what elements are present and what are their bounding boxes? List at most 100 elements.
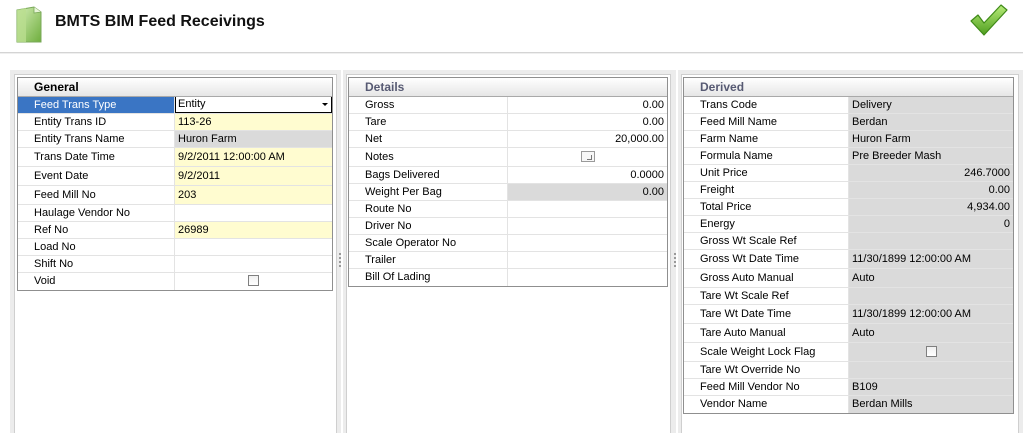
load-no-field[interactable] xyxy=(175,239,332,255)
grid-row-tare-wt-scale-ref[interactable]: Tare Wt Scale Ref xyxy=(684,288,1013,305)
haulage-vendor-no-field[interactable] xyxy=(175,205,332,221)
scale-operator-no-field[interactable] xyxy=(508,235,667,251)
grid-row-tare-auto-manual[interactable]: Tare Auto Manual Auto xyxy=(684,324,1013,343)
unit-price-field: 246.7000 xyxy=(849,165,1013,181)
feed-trans-type-select[interactable]: Entity xyxy=(175,97,332,113)
scale-weight-lock-flag-checkbox[interactable] xyxy=(925,346,937,358)
tare-field[interactable]: 0.00 xyxy=(508,114,667,130)
gross-auto-manual-field: Auto xyxy=(849,269,1013,287)
grid-value xyxy=(849,343,1013,361)
net-field[interactable]: 20,000.00 xyxy=(508,131,667,147)
grid-label: Farm Name xyxy=(684,131,849,147)
feed-mill-vendor-no-field: B109 xyxy=(849,379,1013,395)
trailer-field[interactable] xyxy=(508,252,667,268)
grid-row-scale-operator-no[interactable]: Scale Operator No xyxy=(349,235,667,252)
grid-label: Entity Trans ID xyxy=(18,114,175,130)
panel-splitter-left[interactable] xyxy=(339,253,341,267)
grid-label: Gross xyxy=(349,97,508,113)
document-icon xyxy=(16,6,42,43)
void-checkbox[interactable] xyxy=(248,275,259,287)
tare-wt-scale-ref-field xyxy=(849,288,1013,304)
grid-row-trailer[interactable]: Trailer xyxy=(349,252,667,269)
entity-trans-name-field: Huron Farm xyxy=(175,131,332,147)
grid-label: Tare Wt Override No xyxy=(684,362,849,378)
energy-field: 0 xyxy=(849,216,1013,232)
grid-row-unit-price[interactable]: Unit Price 246.7000 xyxy=(684,165,1013,182)
grid-row-freight[interactable]: Freight 0.00 xyxy=(684,182,1013,199)
panel-splitter-right[interactable] xyxy=(674,253,676,267)
grid-label: Event Date xyxy=(18,167,175,185)
checkmark-icon[interactable] xyxy=(968,3,1008,37)
grid-label: Feed Trans Type xyxy=(18,97,175,113)
details-grid: Details Gross 0.00 Tare 0.00 Net 20,000.… xyxy=(348,77,668,287)
grid-row-tare[interactable]: Tare 0.00 xyxy=(349,114,667,131)
grid-row-driver-no[interactable]: Driver No xyxy=(349,218,667,235)
grid-label: Gross Wt Date Time xyxy=(684,250,849,268)
derived-grid-header: Derived xyxy=(684,78,1013,97)
grid-row-trans-date-time[interactable]: Trans Date Time 9/2/2011 12:00:00 AM xyxy=(18,148,332,167)
farm-name-field: Huron Farm xyxy=(849,131,1013,147)
driver-no-field[interactable] xyxy=(508,218,667,234)
grid-row-vendor-name[interactable]: Vendor Name Berdan Mills xyxy=(684,396,1013,413)
grid-row-load-no[interactable]: Load No xyxy=(18,239,332,256)
grid-label: Shift No xyxy=(18,256,175,272)
grid-row-bags-delivered[interactable]: Bags Delivered 0.0000 xyxy=(349,167,667,184)
header-divider-shadow xyxy=(0,53,1023,54)
bags-delivered-field[interactable]: 0.0000 xyxy=(508,167,667,183)
grid-row-formula-name[interactable]: Formula Name Pre Breeder Mash xyxy=(684,148,1013,165)
bill-of-lading-field[interactable] xyxy=(508,269,667,286)
trans-date-time-field[interactable]: 9/2/2011 12:00:00 AM xyxy=(175,148,332,166)
grid-label: Total Price xyxy=(684,199,849,215)
grid-row-ref-no[interactable]: Ref No 26989 xyxy=(18,222,332,239)
grid-row-tare-wt-date-time[interactable]: Tare Wt Date Time 11/30/1899 12:00:00 AM xyxy=(684,305,1013,324)
select-value: Entity xyxy=(178,98,206,110)
grid-row-trans-code[interactable]: Trans Code Delivery xyxy=(684,97,1013,114)
grid-row-gross[interactable]: Gross 0.00 xyxy=(349,97,667,114)
tare-wt-override-no-field xyxy=(849,362,1013,378)
gross-field[interactable]: 0.00 xyxy=(508,97,667,113)
grid-row-gross-auto-manual[interactable]: Gross Auto Manual Auto xyxy=(684,269,1013,288)
grid-row-shift-no[interactable]: Shift No xyxy=(18,256,332,273)
grid-row-net[interactable]: Net 20,000.00 xyxy=(349,131,667,148)
grid-row-notes[interactable]: Notes xyxy=(349,148,667,167)
chevron-down-icon[interactable] xyxy=(322,103,328,106)
grid-row-gross-wt-scale-ref[interactable]: Gross Wt Scale Ref xyxy=(684,233,1013,250)
ref-no-field[interactable]: 26989 xyxy=(175,222,332,238)
grid-label: Energy xyxy=(684,216,849,232)
grid-row-total-price[interactable]: Total Price 4,934.00 xyxy=(684,199,1013,216)
gross-wt-date-time-field: 11/30/1899 12:00:00 AM xyxy=(849,250,1013,268)
grid-row-feed-trans-type[interactable]: Feed Trans Type Entity xyxy=(18,97,332,114)
grid-row-entity-trans-name[interactable]: Entity Trans Name Huron Farm xyxy=(18,131,332,148)
route-no-field[interactable] xyxy=(508,201,667,217)
grid-label: Weight Per Bag xyxy=(349,184,508,200)
grid-row-haulage-vendor-no[interactable]: Haulage Vendor No xyxy=(18,205,332,222)
grid-row-farm-name[interactable]: Farm Name Huron Farm xyxy=(684,131,1013,148)
grid-value[interactable] xyxy=(175,273,332,290)
grid-row-bill-of-lading[interactable]: Bill Of Lading xyxy=(349,269,667,286)
grid-label: Tare Auto Manual xyxy=(684,324,849,342)
grid-row-scale-weight-lock-flag[interactable]: Scale Weight Lock Flag xyxy=(684,343,1013,362)
grid-row-tare-wt-override-no[interactable]: Tare Wt Override No xyxy=(684,362,1013,379)
grid-row-feed-mill-vendor-no[interactable]: Feed Mill Vendor No B109 xyxy=(684,379,1013,396)
grid-value[interactable]: Entity xyxy=(175,97,332,113)
vendor-name-field: Berdan Mills xyxy=(849,396,1013,413)
grid-label: Freight xyxy=(684,182,849,198)
notes-icon[interactable] xyxy=(580,151,595,163)
shift-no-field[interactable] xyxy=(175,256,332,272)
entity-trans-id-field[interactable]: 113-26 xyxy=(175,114,332,130)
grid-label: Feed Mill Name xyxy=(684,114,849,130)
grid-value[interactable] xyxy=(508,148,667,166)
grid-row-feed-mill-no[interactable]: Feed Mill No 203 xyxy=(18,186,332,205)
grid-row-entity-trans-id[interactable]: Entity Trans ID 113-26 xyxy=(18,114,332,131)
feed-mill-no-field[interactable]: 203 xyxy=(175,186,332,204)
grid-row-feed-mill-name[interactable]: Feed Mill Name Berdan xyxy=(684,114,1013,131)
grid-row-weight-per-bag[interactable]: Weight Per Bag 0.00 xyxy=(349,184,667,201)
grid-label: Feed Mill Vendor No xyxy=(684,379,849,395)
grid-row-event-date[interactable]: Event Date 9/2/2011 xyxy=(18,167,332,186)
grid-row-void[interactable]: Void xyxy=(18,273,332,290)
event-date-field[interactable]: 9/2/2011 xyxy=(175,167,332,185)
grid-row-gross-wt-date-time[interactable]: Gross Wt Date Time 11/30/1899 12:00:00 A… xyxy=(684,250,1013,269)
grid-row-route-no[interactable]: Route No xyxy=(349,201,667,218)
tare-wt-date-time-field: 11/30/1899 12:00:00 AM xyxy=(849,305,1013,323)
grid-row-energy[interactable]: Energy 0 xyxy=(684,216,1013,233)
